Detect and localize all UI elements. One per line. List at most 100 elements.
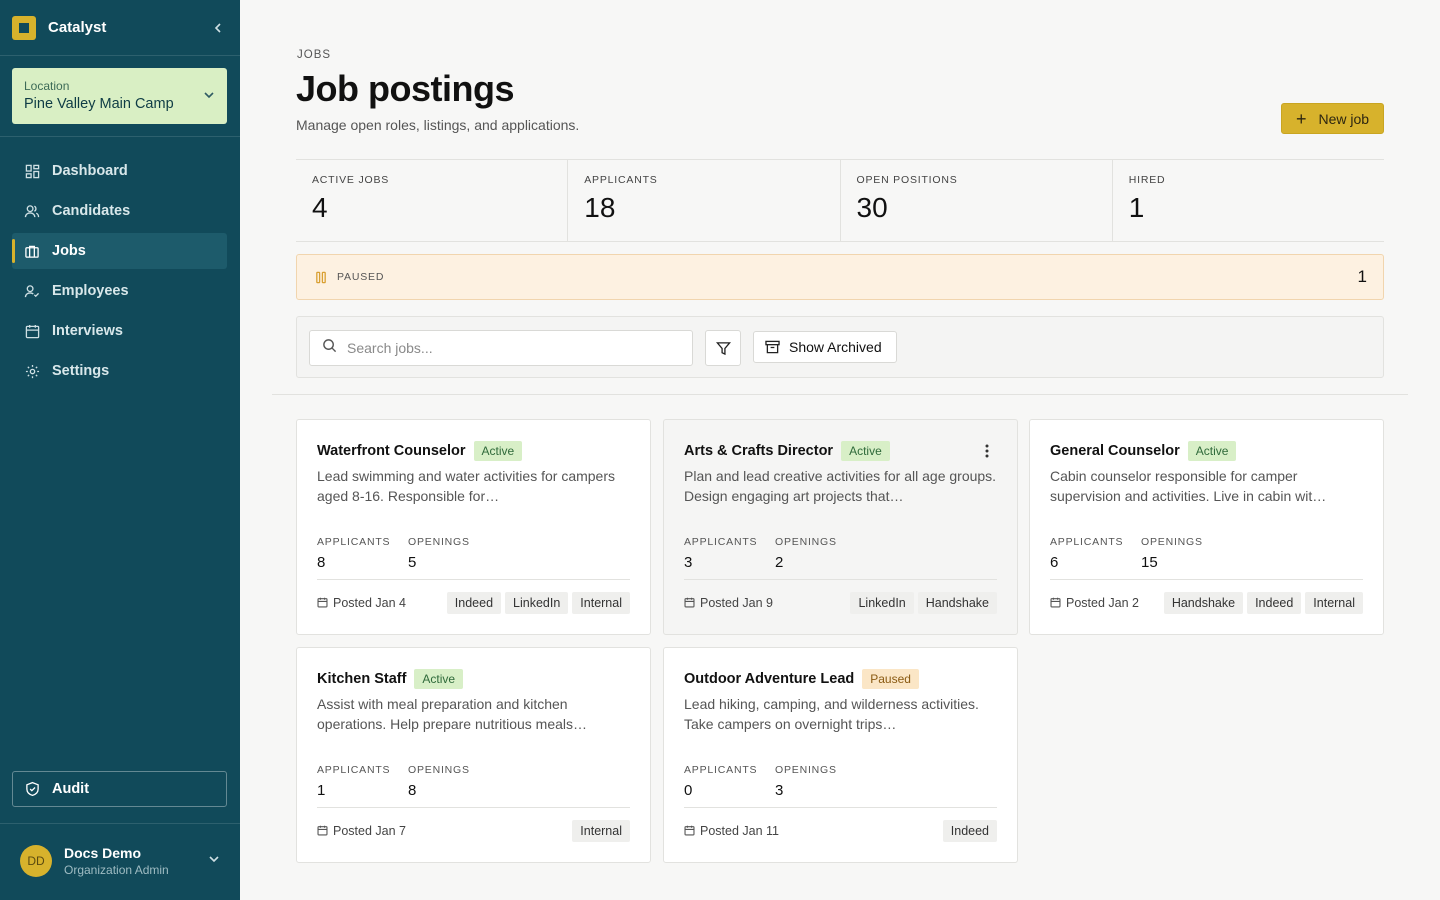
job-card-general-counselor[interactable]: General Counselor Active Cabin counselor… bbox=[1029, 419, 1384, 635]
source-tag: Internal bbox=[572, 591, 630, 614]
jobs-toolbar: Show Archived bbox=[296, 316, 1384, 378]
sidebar-divider bbox=[0, 823, 240, 824]
calendar-icon bbox=[24, 323, 40, 339]
calendar-icon bbox=[684, 825, 695, 836]
job-card-kitchen-staff[interactable]: Kitchen Staff Active Assist with meal pr… bbox=[296, 647, 651, 863]
sidebar-item-jobs[interactable]: Jobs bbox=[12, 233, 227, 269]
search-box[interactable] bbox=[309, 330, 693, 366]
pause-icon bbox=[315, 271, 327, 284]
applicants-label: APPLICANTS bbox=[684, 536, 758, 548]
calendar-icon bbox=[1050, 597, 1061, 608]
job-description: Lead hiking, camping, and wilderness act… bbox=[684, 696, 979, 732]
logo-icon bbox=[12, 15, 36, 40]
filter-button[interactable] bbox=[705, 330, 741, 366]
stats-row: ACTIVE JOBS 4 APPLICANTS 18 OPEN POSITIO… bbox=[296, 159, 1384, 242]
location-label: Location bbox=[24, 79, 70, 93]
sidebar-divider bbox=[0, 136, 240, 137]
location-selector[interactable]: Location Pine Valley Main Camp bbox=[12, 68, 227, 124]
sidebar-item-label: Employees bbox=[52, 283, 129, 299]
openings-label: OPENINGS bbox=[1141, 536, 1203, 548]
openings-count: 3 bbox=[775, 782, 784, 799]
applicants-label: APPLICANTS bbox=[684, 764, 758, 776]
section-divider bbox=[272, 394, 1408, 395]
shield-check-icon bbox=[25, 781, 40, 797]
status-badge: Active bbox=[414, 669, 464, 689]
chevron-left-icon bbox=[214, 22, 221, 33]
sidebar-item-candidates[interactable]: Candidates bbox=[12, 193, 227, 229]
avatar: DD bbox=[20, 845, 52, 877]
job-title: Waterfront Counselor bbox=[317, 443, 466, 459]
status-badge: Active bbox=[1187, 441, 1237, 461]
applicants-label: APPLICANTS bbox=[1050, 536, 1124, 548]
audit-label: Audit bbox=[52, 781, 90, 797]
source-tag: Handshake bbox=[1163, 591, 1244, 614]
sidebar-item-label: Interviews bbox=[52, 323, 123, 339]
status-badge: Active bbox=[473, 441, 523, 461]
chevron-down-icon bbox=[208, 852, 220, 870]
calendar-icon bbox=[317, 825, 328, 836]
stat-value: 1 bbox=[1128, 192, 1145, 223]
source-tag: LinkedIn bbox=[505, 591, 569, 614]
brand-name: Catalyst bbox=[48, 19, 107, 36]
sidebar-item-dashboard[interactable]: Dashboard bbox=[12, 153, 227, 189]
plus-icon: + bbox=[1295, 108, 1307, 129]
openings-label: OPENINGS bbox=[408, 536, 470, 548]
user-menu[interactable]: DD Docs Demo Organization Admin bbox=[20, 845, 220, 877]
stat-label: OPEN POSITIONS bbox=[856, 174, 958, 186]
archive-icon bbox=[765, 340, 780, 354]
stat-applicants: APPLICANTS 18 bbox=[567, 160, 839, 241]
applicants-count: 6 bbox=[1050, 554, 1059, 571]
user-name: Docs Demo bbox=[64, 845, 142, 861]
job-title: Outdoor Adventure Lead bbox=[684, 671, 855, 687]
collapse-sidebar-button[interactable] bbox=[208, 18, 228, 38]
audit-button[interactable]: Audit bbox=[12, 771, 227, 807]
location-value: Pine Valley Main Camp bbox=[24, 96, 174, 112]
briefcase-icon bbox=[24, 243, 40, 259]
stat-value: 30 bbox=[856, 192, 888, 223]
job-card-waterfront-counselor[interactable]: Waterfront Counselor Active Lead swimmin… bbox=[296, 419, 651, 635]
applicants-label: APPLICANTS bbox=[317, 536, 391, 548]
posted-date: Posted Jan 11 bbox=[700, 823, 779, 838]
sidebar-item-settings[interactable]: Settings bbox=[12, 353, 227, 389]
new-job-label: New job bbox=[1318, 110, 1370, 127]
sidebar-item-interviews[interactable]: Interviews bbox=[12, 313, 227, 349]
job-title: Arts & Crafts Director bbox=[684, 443, 834, 459]
status-badge: Active bbox=[841, 441, 890, 461]
openings-label: OPENINGS bbox=[408, 764, 470, 776]
openings-count: 8 bbox=[408, 782, 417, 799]
breadcrumb: JOBS bbox=[297, 49, 332, 61]
search-input[interactable] bbox=[347, 340, 667, 356]
source-tag: Indeed bbox=[446, 591, 502, 614]
paused-label: PAUSED bbox=[337, 271, 385, 283]
openings-count: 5 bbox=[408, 554, 417, 571]
main-content: JOBS Job postings Manage open roles, lis… bbox=[240, 0, 1440, 900]
source-tag: Indeed bbox=[942, 819, 997, 842]
user-role: Organization Admin bbox=[64, 863, 169, 877]
show-archived-button[interactable]: Show Archived bbox=[753, 331, 897, 363]
calendar-icon bbox=[684, 597, 695, 608]
applicants-label: APPLICANTS bbox=[317, 764, 391, 776]
chevron-down-icon bbox=[203, 88, 215, 106]
posted-date: Posted Jan 2 bbox=[1066, 595, 1139, 610]
applicants-count: 3 bbox=[684, 554, 693, 571]
openings-count: 2 bbox=[775, 554, 784, 571]
paused-summary[interactable]: PAUSED 1 bbox=[296, 254, 1384, 300]
new-job-button[interactable]: + New job bbox=[1281, 103, 1384, 134]
job-description: Cabin counselor responsible for camper s… bbox=[1050, 468, 1327, 504]
source-tag: LinkedIn bbox=[850, 591, 914, 614]
search-icon bbox=[322, 338, 337, 358]
sidebar-item-employees[interactable]: Employees bbox=[12, 273, 227, 309]
applicants-count: 0 bbox=[684, 782, 693, 799]
job-card-outdoor-adventure-lead[interactable]: Outdoor Adventure Lead Paused Lead hikin… bbox=[663, 647, 1018, 863]
more-options-icon[interactable] bbox=[985, 444, 989, 458]
stat-label: APPLICANTS bbox=[584, 174, 658, 186]
job-card-arts-crafts-director[interactable]: Arts & Crafts Director Active Plan and l… bbox=[663, 419, 1018, 635]
sidebar-item-label: Jobs bbox=[52, 243, 86, 259]
stat-value: 4 bbox=[312, 192, 328, 223]
stat-label: HIRED bbox=[1128, 174, 1166, 186]
job-description: Plan and lead creative activities for al… bbox=[684, 468, 997, 504]
job-description: Assist with meal preparation and kitchen… bbox=[317, 696, 588, 732]
user-check-icon bbox=[24, 283, 40, 299]
source-tag: Indeed bbox=[1247, 591, 1302, 614]
source-tag: Internal bbox=[572, 819, 630, 842]
